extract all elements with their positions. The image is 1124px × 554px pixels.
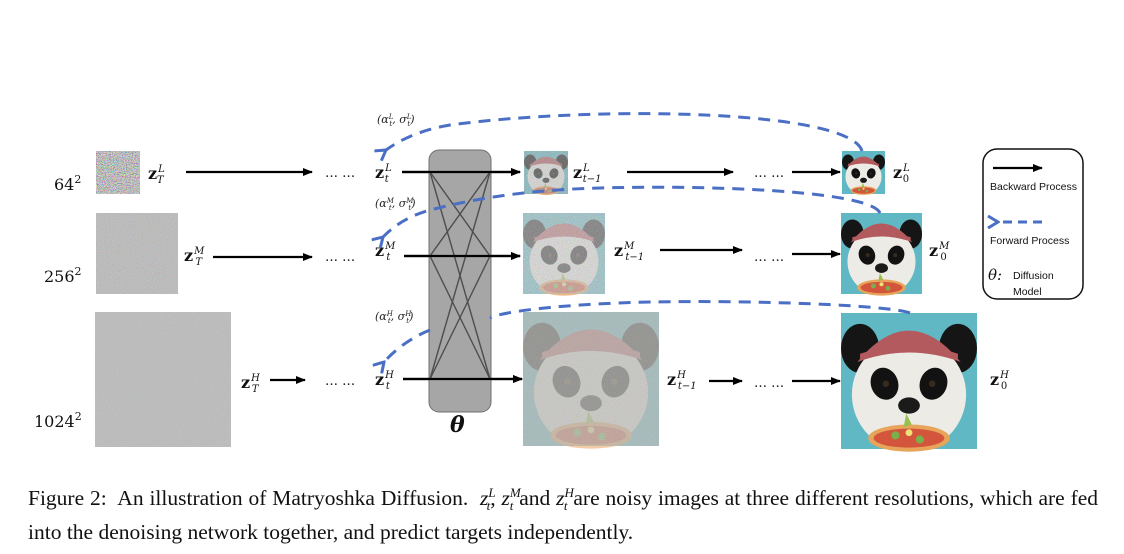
params-high: (αH t, σH t) [375, 310, 413, 325]
noise-schedule-params: (αL t, σL t) (αM t, σM t) (αH t, σH t) [375, 113, 416, 325]
caption-z-high: zHt [556, 485, 574, 514]
ellipsis-high-2: … … [754, 376, 784, 391]
forward-arc-low [386, 112, 864, 151]
clean-image-high [841, 313, 977, 452]
legend: Backward Process Forward Process θ: Diff… [982, 148, 1084, 300]
ellipsis-low-2: … … [754, 166, 784, 181]
clean-image-mid [841, 213, 922, 296]
z-t-1-low-label: zL t−1 [573, 163, 602, 185]
caption-and: and [519, 486, 551, 511]
z-t-high-label: zH t [375, 370, 394, 392]
ellipsis-mid-1: … … [325, 250, 355, 265]
resolution-label-mid: 2562 [44, 265, 82, 286]
caption-text-1: An illustration of Matryoshka Diffusion. [117, 486, 469, 511]
noise-image-mid [96, 213, 178, 294]
z-0-high-label: zH 0 [990, 370, 1009, 392]
legend-backward-label: Backward Process [990, 181, 1077, 193]
z-T-high-label: zH T [241, 373, 260, 395]
denoised-image-mid [523, 213, 605, 296]
matryoshka-diffusion-diagram: 642 2562 10242 zL T zM T zH T … … … … … … [34, 112, 1084, 452]
z-t-low-label: zL t [375, 163, 392, 185]
params-low: (αL t, σL t) [377, 113, 415, 128]
caption-z-low: zLt [479, 485, 496, 514]
diffusion-network-block: θ [428, 149, 492, 438]
ellipsis-low-1: … … [325, 166, 355, 181]
z-0-mid-label: zM 0 [929, 241, 950, 263]
params-mid: (αM t, σM t) [375, 197, 416, 212]
resolution-label-high: 10242 [34, 410, 82, 431]
legend-theta-symbol: θ: [988, 266, 1002, 284]
z-t-mid-label: zM t [375, 241, 396, 263]
legend-theta-label-1: Diffusion [1013, 270, 1054, 282]
z-t-1-mid-label: zM t−1 [614, 241, 644, 263]
legend-forward-label: Forward Process [990, 235, 1069, 247]
theta-label: θ [450, 412, 465, 438]
figure-caption: Figure 2: An illustration of Matryoshka … [28, 485, 1099, 545]
backward-arrows [186, 168, 841, 385]
noise-image-low [96, 151, 140, 194]
noise-image-high [95, 312, 231, 447]
z-t-1-high-label: zH t−1 [667, 370, 697, 392]
ellipsis-high-1: … … [325, 374, 355, 389]
resolution-labels: 642 2562 10242 [34, 173, 82, 431]
denoised-image-high [523, 312, 659, 449]
figure-label: Figure 2: [28, 486, 107, 511]
clean-image-low [842, 151, 885, 195]
caption-z-mid: zMt [501, 485, 521, 514]
z-0-low-label: zL 0 [893, 163, 910, 185]
ellipsis-mid-2: … … [754, 250, 784, 265]
z-T-mid-label: zM T [184, 246, 205, 268]
legend-theta-label-2: Model [1013, 286, 1042, 298]
resolution-label-low: 642 [54, 173, 81, 194]
z-T-low-label: zL T [148, 164, 165, 186]
